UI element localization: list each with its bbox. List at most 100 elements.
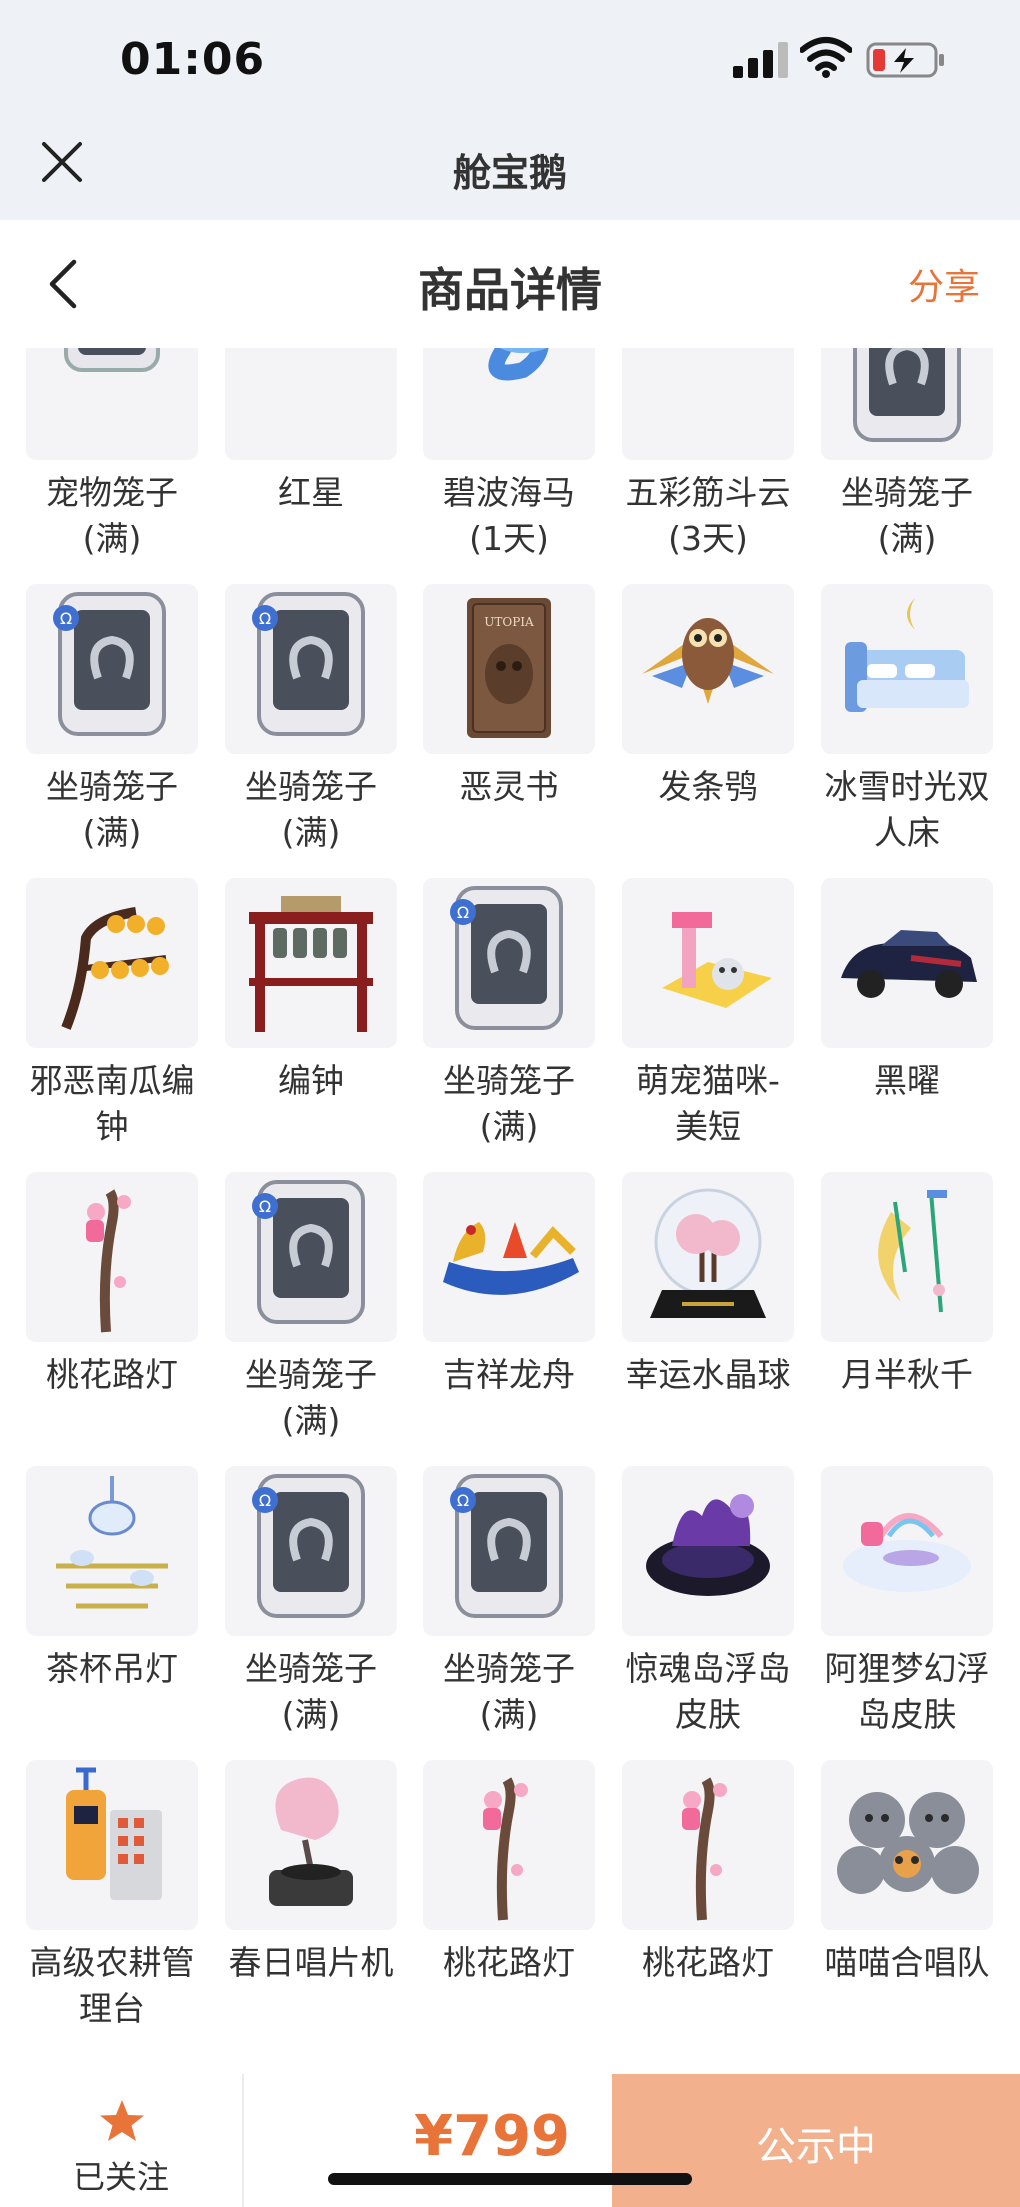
item-name: 坐骑笼子 (满) xyxy=(841,473,973,558)
item-card[interactable]: 桃花路灯 xyxy=(423,1760,595,2038)
item-name: 坐骑笼子 (满) xyxy=(245,1355,377,1440)
chime-bells-icon xyxy=(225,878,397,1048)
item-card[interactable]: 月半秋千 xyxy=(821,1172,993,1466)
item-name: 冰雪时光双 人床 xyxy=(824,767,990,852)
owl-icon xyxy=(622,584,794,754)
item-name: 坐骑笼子 (满) xyxy=(245,1649,377,1734)
item-name: 高级农耕管 理台 xyxy=(29,1943,195,2028)
item-card[interactable]: 黑曜 xyxy=(821,878,993,1172)
item-name: 坐骑笼子 (满) xyxy=(245,767,377,852)
cat-house-icon xyxy=(622,878,794,1048)
item-card[interactable]: 桃花路灯 xyxy=(26,1172,198,1466)
page-header: 商品详情 分享 xyxy=(0,220,1020,348)
dark-island-icon xyxy=(622,1466,794,1636)
item-card[interactable]: 茶杯吊灯 xyxy=(26,1466,198,1760)
share-button[interactable]: 分享 xyxy=(908,258,980,310)
motorcycle-icon xyxy=(225,348,397,460)
item-card[interactable]: Ω 坐骑笼子 (满) xyxy=(225,584,397,878)
moon-swing-icon xyxy=(821,1172,993,1342)
item-grid: 宠物笼子 (满)红星碧波海马 (1天)五彩筋斗云 (3天)Ω坐骑笼子 (满)Ω坐… xyxy=(26,348,996,2038)
item-name: 五彩筋斗云 (3天) xyxy=(625,473,791,558)
pet-cage-icon xyxy=(26,348,198,460)
item-card[interactable]: Ω 坐骑笼子 (满) xyxy=(423,878,595,1172)
item-name: 编钟 xyxy=(278,1061,344,1100)
item-card[interactable]: 春日唱片机 xyxy=(225,1760,397,2038)
item-name: 坐骑笼子 (满) xyxy=(443,1061,575,1146)
dream-island-icon xyxy=(821,1466,993,1636)
cellular-signal-icon xyxy=(733,42,788,78)
status-button[interactable]: 公示中 xyxy=(612,2074,1020,2207)
status-bar: 01:06 xyxy=(0,0,1020,120)
item-card[interactable]: 编钟 xyxy=(225,878,397,1172)
page-title: 商品详情 xyxy=(418,263,602,317)
item-card[interactable]: 惊魂岛浮岛 皮肤 xyxy=(622,1466,794,1760)
book-icon: UTOPIA xyxy=(423,584,595,754)
item-name: 桃花路灯 xyxy=(46,1355,178,1394)
status-label: 公示中 xyxy=(756,2124,876,2170)
mount-cage-icon: Ω xyxy=(225,1172,397,1342)
seahorse-icon xyxy=(423,348,595,460)
app-bar: 舱宝鹅 xyxy=(0,120,1020,220)
item-card[interactable]: 红星 xyxy=(225,348,397,584)
item-card[interactable]: Ω 坐骑笼子 (满) xyxy=(26,584,198,878)
mount-cage-icon: Ω xyxy=(26,584,198,754)
item-name: 喵喵合唱队 xyxy=(824,1943,990,1982)
item-card[interactable]: 萌宠猫咪- 美短 xyxy=(622,878,794,1172)
item-card[interactable]: UTOPIA 恶灵书 xyxy=(423,584,595,878)
item-name: 阿狸梦幻浮 岛皮肤 xyxy=(824,1649,990,1734)
teacup-lamp-icon xyxy=(26,1466,198,1636)
item-name: 邪恶南瓜编 钟 xyxy=(29,1061,195,1146)
item-card[interactable]: 五彩筋斗云 (3天) xyxy=(622,348,794,584)
item-card[interactable]: 吉祥龙舟 xyxy=(423,1172,595,1466)
item-name: 坐骑笼子 (满) xyxy=(443,1649,575,1734)
item-name: 桃花路灯 xyxy=(443,1943,575,1982)
gramophone-icon xyxy=(225,1760,397,1930)
item-name: 黑曜 xyxy=(874,1061,940,1100)
item-name: 月半秋千 xyxy=(841,1355,973,1394)
status-time: 01:06 xyxy=(120,34,266,85)
mount-cage-icon: Ω xyxy=(225,584,397,754)
peach-lamp-icon xyxy=(423,1760,595,1930)
dragon-boat-icon xyxy=(423,1172,595,1342)
item-name: 恶灵书 xyxy=(459,767,559,806)
item-name: 宠物笼子 (满) xyxy=(46,473,178,558)
cat-choir-icon xyxy=(821,1760,993,1930)
item-name: 春日唱片机 xyxy=(228,1943,394,1982)
item-card[interactable]: 邪恶南瓜编 钟 xyxy=(26,878,198,1172)
item-card[interactable]: Ω 坐骑笼子 (满) xyxy=(423,1466,595,1760)
svg-text:Ω: Ω xyxy=(259,1197,271,1216)
follow-button[interactable]: 已关注 xyxy=(0,2074,244,2207)
item-card[interactable]: Ω 坐骑笼子 (满) xyxy=(225,1172,397,1466)
item-name: 吉祥龙舟 xyxy=(443,1355,575,1394)
star-icon xyxy=(100,2100,144,2141)
item-card[interactable]: 幸运水晶球 xyxy=(622,1172,794,1466)
item-name: 幸运水晶球 xyxy=(625,1355,791,1394)
item-name: 发条鸮 xyxy=(658,767,758,806)
item-card[interactable]: Ω 坐骑笼子 (满) xyxy=(225,1466,397,1760)
mount-cage-icon: Ω xyxy=(821,348,993,460)
item-card[interactable]: 喵喵合唱队 xyxy=(821,1760,993,2038)
item-card[interactable]: 冰雪时光双 人床 xyxy=(821,584,993,878)
peach-lamp-icon xyxy=(26,1172,198,1342)
item-card[interactable]: 桃花路灯 xyxy=(622,1760,794,2038)
item-name: 茶杯吊灯 xyxy=(46,1649,178,1688)
item-name: 萌宠猫咪- 美短 xyxy=(636,1061,780,1146)
crystal-ball-icon xyxy=(622,1172,794,1342)
svg-text:Ω: Ω xyxy=(60,609,72,628)
mount-cage-icon: Ω xyxy=(423,878,595,1048)
item-card[interactable]: 高级农耕管 理台 xyxy=(26,1760,198,2038)
wifi-icon xyxy=(800,37,852,78)
svg-text:Ω: Ω xyxy=(259,609,271,628)
follow-label: 已关注 xyxy=(72,2158,169,2196)
pumpkin-tree-icon xyxy=(26,878,198,1048)
item-card[interactable]: 发条鸮 xyxy=(622,584,794,878)
item-card[interactable]: Ω 坐骑笼子 (满) xyxy=(821,348,993,584)
svg-text:Ω: Ω xyxy=(259,1491,271,1510)
item-card[interactable]: 碧波海马 (1天) xyxy=(423,348,595,584)
mount-cage-icon: Ω xyxy=(225,1466,397,1636)
item-card[interactable]: 阿狸梦幻浮 岛皮肤 xyxy=(821,1466,993,1760)
mount-cage-icon: Ω xyxy=(423,1466,595,1636)
item-card[interactable]: 宠物笼子 (满) xyxy=(26,348,198,584)
item-name: 碧波海马 (1天) xyxy=(443,473,575,558)
bottom-bar: 已关注 ¥799 公示中 xyxy=(0,2074,1020,2207)
